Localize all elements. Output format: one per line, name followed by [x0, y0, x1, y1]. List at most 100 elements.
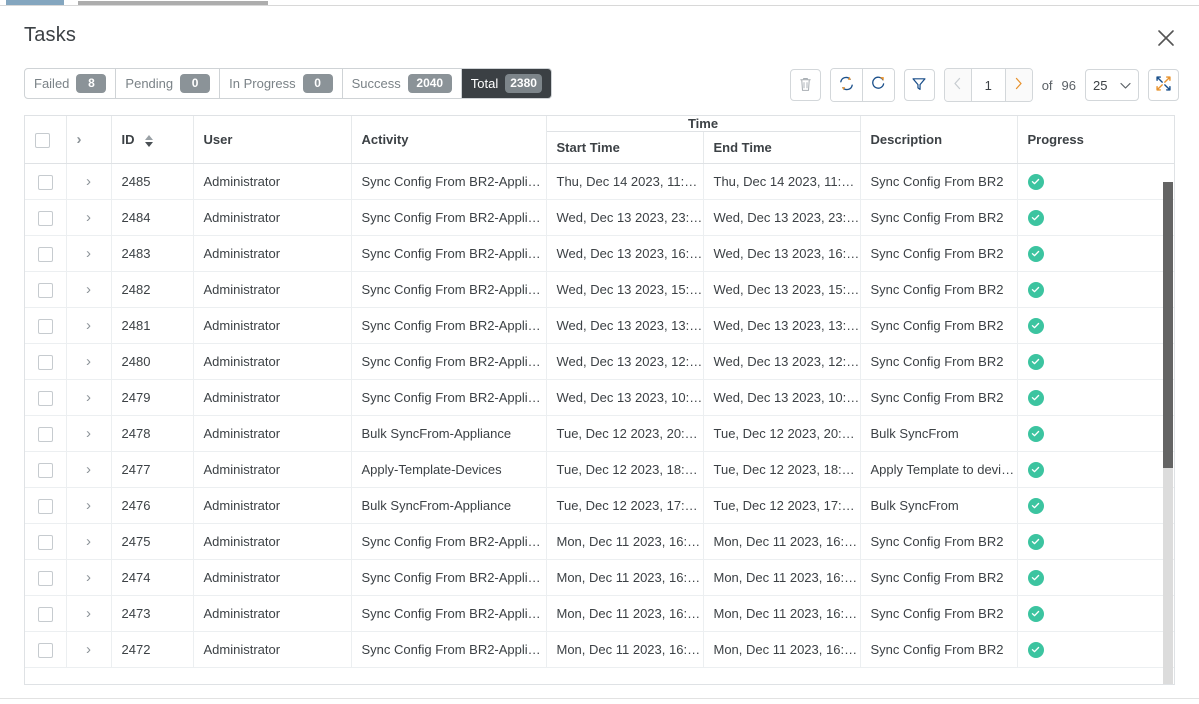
row-expand-cell[interactable]: › — [66, 488, 111, 524]
row-expand-cell[interactable]: › — [66, 632, 111, 668]
expand-row-chevron-icon[interactable]: › — [86, 426, 91, 441]
row-select-cell[interactable] — [25, 524, 66, 560]
next-page-button[interactable] — [1006, 69, 1032, 101]
refresh-button[interactable] — [831, 69, 863, 101]
scrollbar-thumb[interactable] — [1163, 182, 1173, 468]
status-chip-pending[interactable]: Pending 0 — [116, 69, 220, 98]
row-checkbox[interactable] — [38, 319, 53, 334]
row-select-cell[interactable] — [25, 632, 66, 668]
header-user[interactable]: User — [193, 116, 351, 164]
row-select-cell[interactable] — [25, 560, 66, 596]
table-row[interactable]: ›2479AdministratorSync Config From BR2-A… — [25, 380, 1174, 416]
row-checkbox[interactable] — [38, 571, 53, 586]
delete-button[interactable] — [790, 69, 821, 101]
expand-row-chevron-icon[interactable]: › — [86, 642, 91, 657]
header-id[interactable]: ID — [111, 116, 193, 164]
table-row[interactable]: ›2483AdministratorSync Config From BR2-A… — [25, 236, 1174, 272]
row-checkbox[interactable] — [38, 175, 53, 190]
row-select-cell[interactable] — [25, 272, 66, 308]
previous-page-button[interactable] — [945, 69, 971, 101]
sort-asc-desc-icon[interactable] — [145, 135, 153, 147]
row-checkbox[interactable] — [38, 211, 53, 226]
table-row[interactable]: ›2478AdministratorBulk SyncFrom-Applianc… — [25, 416, 1174, 452]
row-expand-cell[interactable]: › — [66, 272, 111, 308]
header-description[interactable]: Description — [860, 116, 1017, 164]
expand-all-chevron-icon[interactable]: › — [77, 132, 82, 147]
table-row[interactable]: ›2472AdministratorSync Config From BR2-A… — [25, 632, 1174, 668]
row-checkbox[interactable] — [38, 643, 53, 658]
status-chip-in-progress[interactable]: In Progress 0 — [220, 69, 342, 98]
table-row[interactable]: ›2484AdministratorSync Config From BR2-A… — [25, 200, 1174, 236]
expand-row-chevron-icon[interactable]: › — [86, 210, 91, 225]
status-chip-success[interactable]: Success 2040 — [343, 69, 462, 98]
expand-row-chevron-icon[interactable]: › — [86, 534, 91, 549]
expand-row-chevron-icon[interactable]: › — [86, 606, 91, 621]
table-row[interactable]: ›2476AdministratorBulk SyncFrom-Applianc… — [25, 488, 1174, 524]
row-checkbox[interactable] — [38, 355, 53, 370]
header-start-time[interactable]: Start Time — [546, 132, 703, 164]
table-row[interactable]: ›2475AdministratorSync Config From BR2-A… — [25, 524, 1174, 560]
row-select-cell[interactable] — [25, 380, 66, 416]
table-row[interactable]: ›2473AdministratorSync Config From BR2-A… — [25, 596, 1174, 632]
row-expand-cell[interactable]: › — [66, 380, 111, 416]
row-select-cell[interactable] — [25, 596, 66, 632]
row-checkbox[interactable] — [38, 283, 53, 298]
expand-row-chevron-icon[interactable]: › — [86, 570, 91, 585]
row-select-cell[interactable] — [25, 488, 66, 524]
row-expand-cell[interactable]: › — [66, 560, 111, 596]
page-size-select[interactable]: 25 — [1085, 69, 1139, 101]
row-checkbox[interactable] — [38, 247, 53, 262]
row-select-cell[interactable] — [25, 416, 66, 452]
expand-row-chevron-icon[interactable]: › — [86, 318, 91, 333]
page-number-input[interactable]: 1 — [971, 69, 1006, 101]
close-icon[interactable] — [1151, 23, 1181, 53]
header-progress[interactable]: Progress — [1017, 116, 1174, 164]
header-expand[interactable]: › — [66, 116, 111, 164]
table-row[interactable]: ›2481AdministratorSync Config From BR2-A… — [25, 308, 1174, 344]
row-checkbox[interactable] — [38, 535, 53, 550]
row-checkbox[interactable] — [38, 607, 53, 622]
row-expand-cell[interactable]: › — [66, 416, 111, 452]
header-end-time[interactable]: End Time — [703, 132, 860, 164]
row-expand-cell[interactable]: › — [66, 308, 111, 344]
expand-row-chevron-icon[interactable]: › — [86, 246, 91, 261]
row-select-cell[interactable] — [25, 308, 66, 344]
select-all-checkbox[interactable] — [35, 133, 50, 148]
row-checkbox[interactable] — [38, 499, 53, 514]
table-row[interactable]: ›2477AdministratorApply-Template-Devices… — [25, 452, 1174, 488]
row-expand-cell[interactable]: › — [66, 164, 111, 200]
expand-row-chevron-icon[interactable]: › — [86, 498, 91, 513]
expand-row-chevron-icon[interactable]: › — [86, 282, 91, 297]
row-expand-cell[interactable]: › — [66, 452, 111, 488]
table-row[interactable]: ›2482AdministratorSync Config From BR2-A… — [25, 272, 1174, 308]
status-chip-total[interactable]: Total 2380 — [462, 69, 551, 98]
reload-button[interactable] — [863, 69, 894, 101]
row-select-cell[interactable] — [25, 452, 66, 488]
table-row[interactable]: ›2485AdministratorSync Config From BR2-A… — [25, 164, 1174, 200]
row-expand-cell[interactable]: › — [66, 596, 111, 632]
row-select-cell[interactable] — [25, 200, 66, 236]
filter-button[interactable] — [904, 69, 935, 101]
row-select-cell[interactable] — [25, 236, 66, 272]
row-expand-cell[interactable]: › — [66, 344, 111, 380]
header-select-all[interactable] — [25, 116, 66, 164]
expand-row-chevron-icon[interactable]: › — [86, 174, 91, 189]
expand-row-chevron-icon[interactable]: › — [86, 390, 91, 405]
status-chip-failed[interactable]: Failed 8 — [25, 69, 116, 98]
fullscreen-button[interactable] — [1148, 69, 1179, 101]
row-checkbox[interactable] — [38, 391, 53, 406]
row-checkbox[interactable] — [38, 463, 53, 478]
row-select-cell[interactable] — [25, 344, 66, 380]
row-checkbox[interactable] — [38, 427, 53, 442]
expand-row-chevron-icon[interactable]: › — [86, 354, 91, 369]
cell-description: Sync Config From BR2 — [860, 272, 1017, 308]
row-select-cell[interactable] — [25, 164, 66, 200]
row-expand-cell[interactable]: › — [66, 524, 111, 560]
row-expand-cell[interactable]: › — [66, 200, 111, 236]
row-expand-cell[interactable]: › — [66, 236, 111, 272]
header-activity[interactable]: Activity — [351, 116, 546, 164]
expand-row-chevron-icon[interactable]: › — [86, 462, 91, 477]
table-vertical-scrollbar[interactable] — [1163, 182, 1173, 684]
table-row[interactable]: ›2480AdministratorSync Config From BR2-A… — [25, 344, 1174, 380]
table-row[interactable]: ›2474AdministratorSync Config From BR2-A… — [25, 560, 1174, 596]
